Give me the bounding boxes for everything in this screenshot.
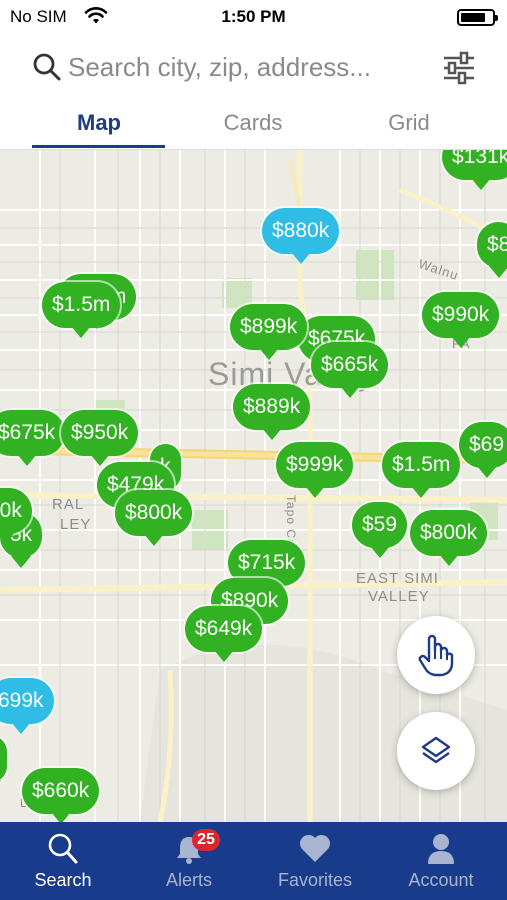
- map-label-partial-2: LEY: [60, 516, 92, 533]
- map-layers-button[interactable]: [397, 712, 475, 790]
- alerts-badge: 25: [192, 829, 220, 851]
- map-label-street-tapo: Tapo Ca: [284, 495, 298, 547]
- search-input[interactable]: [68, 46, 428, 88]
- tab-cards[interactable]: Cards: [186, 110, 320, 136]
- nav-search-label: Search: [34, 870, 92, 890]
- nav-search[interactable]: Search: [0, 822, 126, 900]
- price-pin[interactable]: $131k: [442, 150, 507, 190]
- draw-search-button[interactable]: [397, 616, 475, 694]
- map-label-district-2: VALLEY: [368, 588, 430, 605]
- search-icon: [47, 832, 79, 871]
- nav-favorites[interactable]: Favorites: [252, 822, 378, 900]
- price-pin[interactable]: $880k: [262, 208, 340, 264]
- price-pin[interactable]: $1.5m: [382, 442, 461, 498]
- nav-alerts[interactable]: 25 Alerts: [126, 822, 252, 900]
- heart-icon: [298, 832, 332, 869]
- price-pin[interactable]: $999k: [276, 442, 354, 498]
- map-label-partial-1: RAL: [52, 496, 85, 513]
- price-pin[interactable]: $69: [459, 422, 507, 478]
- clock: 1:50 PM: [221, 7, 286, 26]
- layers-icon: [421, 736, 451, 764]
- map-label-district-1: EAST SIMI: [356, 570, 439, 587]
- nav-account[interactable]: Account: [378, 822, 504, 900]
- nav-alerts-label: Alerts: [165, 870, 212, 890]
- search-icon: [32, 52, 62, 87]
- map-view[interactable]: Simi Valley EAST SIMI VALLEY RAL LEY Wal…: [0, 150, 507, 822]
- price-pin[interactable]: $889k: [233, 384, 311, 440]
- battery-icon: [457, 9, 498, 26]
- tab-grid[interactable]: Grid: [342, 110, 476, 136]
- price-pin[interactable]: $800k: [410, 510, 488, 566]
- price-pin[interactable]: $649k: [185, 606, 263, 662]
- tab-map[interactable]: Map: [32, 110, 166, 136]
- search-bar: [0, 36, 507, 98]
- filter-sliders-icon[interactable]: [441, 50, 477, 91]
- price-pin[interactable]: $1.5m: [42, 282, 121, 338]
- price-pin[interactable]: $665k: [311, 342, 389, 398]
- nav-favorites-label: Favorites: [277, 870, 353, 890]
- price-pin[interactable]: $660k: [22, 768, 100, 822]
- price-pin[interactable]: $800k: [115, 490, 193, 546]
- view-tabs: Map Cards Grid: [0, 98, 507, 150]
- nav-account-label: Account: [408, 870, 474, 890]
- price-pin[interactable]: $675k: [0, 410, 66, 466]
- user-icon: [426, 832, 456, 871]
- price-pin[interactable]: $990k: [422, 292, 500, 348]
- price-pin[interactable]: $59: [352, 502, 408, 558]
- price-pin[interactable]: $950k: [61, 410, 139, 466]
- active-tab-indicator: [32, 145, 165, 148]
- price-pin[interactable]: $899k: [230, 304, 308, 360]
- hand-pointer-icon: [418, 634, 454, 677]
- bottom-tab-bar: Search 25 Alerts Favorites Account: [0, 822, 507, 900]
- status-bar: No SIM 1:50 PM: [0, 0, 507, 36]
- price-pin[interactable]: 699k: [0, 678, 54, 734]
